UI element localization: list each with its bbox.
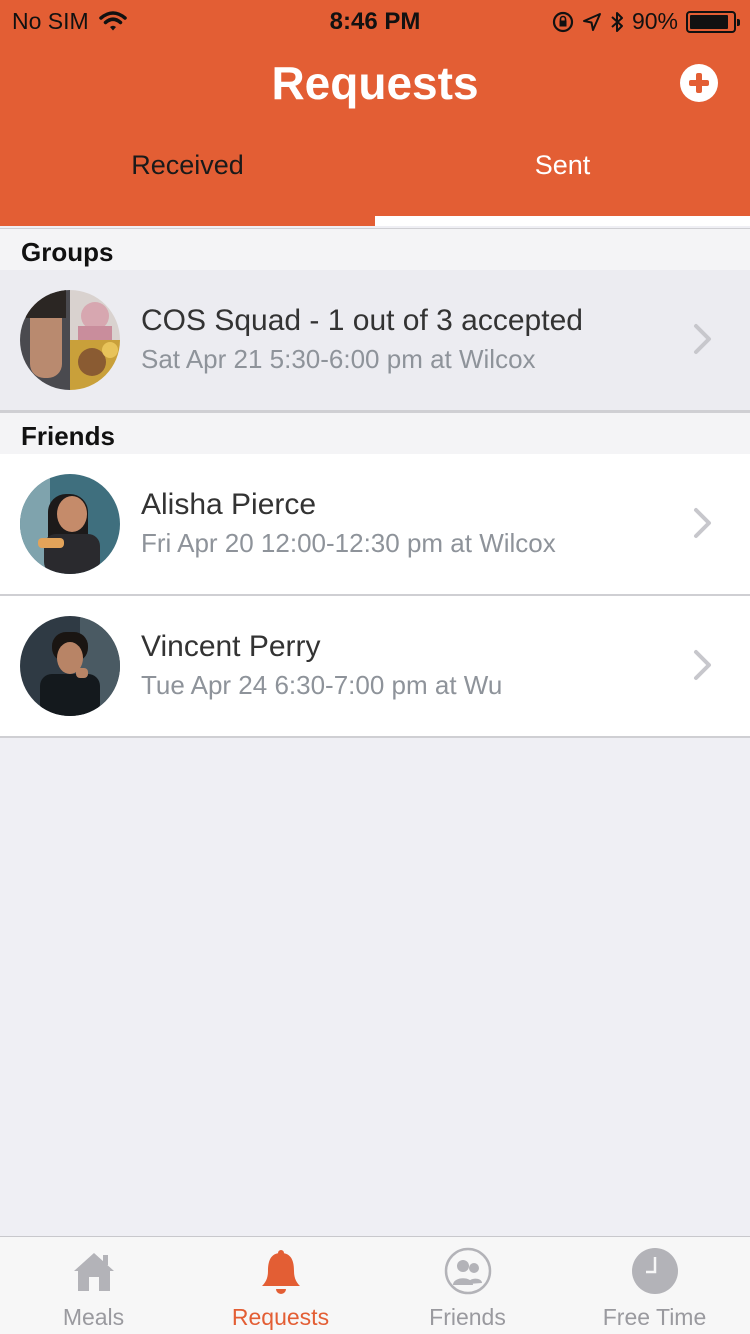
list-item-friend[interactable]: Alisha Pierce Fri Apr 20 12:00-12:30 pm … bbox=[0, 454, 750, 596]
section-header-groups: Groups bbox=[0, 228, 750, 270]
tab-received[interactable]: Received bbox=[0, 150, 375, 181]
tab-meals[interactable]: Meals bbox=[0, 1237, 187, 1334]
group-subtitle: Sat Apr 21 5:30-6:00 pm at Wilcox bbox=[141, 344, 536, 374]
orientation-lock-icon bbox=[552, 11, 574, 32]
chevron-right-icon bbox=[694, 324, 711, 354]
tab-label: Meals bbox=[62, 1304, 125, 1330]
tab-label: Free Time bbox=[602, 1304, 707, 1330]
battery-icon bbox=[686, 10, 740, 33]
chevron-right-icon bbox=[694, 508, 711, 538]
clock-icon bbox=[631, 1248, 678, 1294]
tab-requests[interactable]: Requests bbox=[187, 1237, 374, 1334]
chevron-right-icon bbox=[694, 650, 711, 680]
tab-friends[interactable]: Friends bbox=[374, 1237, 561, 1334]
section-title: Friends bbox=[21, 421, 115, 451]
bluetooth-icon bbox=[611, 11, 623, 32]
location-arrow-icon bbox=[582, 12, 601, 31]
list-item-group[interactable]: COS Squad - 1 out of 3 accepted Sat Apr … bbox=[0, 270, 750, 412]
friend-subtitle: Tue Apr 24 6:30-7:00 pm at Wu bbox=[141, 670, 503, 700]
avatar bbox=[20, 474, 120, 574]
section-header-friends: Friends bbox=[0, 412, 750, 454]
house-icon bbox=[73, 1253, 114, 1291]
tab-sent[interactable]: Sent bbox=[375, 150, 750, 181]
bell-icon bbox=[261, 1250, 300, 1294]
avatar bbox=[20, 616, 120, 716]
people-icon bbox=[444, 1247, 491, 1295]
tab-free-time[interactable]: Free Time bbox=[561, 1237, 748, 1334]
friend-subtitle: Fri Apr 20 12:00-12:30 pm at Wilcox bbox=[141, 528, 556, 558]
group-avatar bbox=[20, 290, 120, 390]
page-title: Requests bbox=[271, 57, 479, 109]
navigation-header: No SIM 8:46 PM 90% Requests Received Sen… bbox=[0, 0, 750, 226]
friend-name: Vincent Perry bbox=[141, 630, 321, 663]
active-tab-indicator bbox=[375, 216, 750, 226]
group-title: COS Squad - 1 out of 3 accepted bbox=[141, 304, 583, 337]
tab-label: Friends bbox=[429, 1304, 506, 1330]
status-bar: No SIM 8:46 PM 90% bbox=[0, 0, 750, 40]
battery-percent: 90% bbox=[631, 8, 678, 34]
tab-label: Requests bbox=[231, 1304, 330, 1330]
tab-bar: Meals Requests Friends Free Time bbox=[0, 1236, 750, 1334]
list-item-friend[interactable]: Vincent Perry Tue Apr 24 6:30-7:00 pm at… bbox=[0, 596, 750, 738]
section-title: Groups bbox=[21, 237, 114, 267]
plus-circle-icon[interactable] bbox=[680, 64, 718, 102]
friend-name: Alisha Pierce bbox=[141, 488, 317, 521]
